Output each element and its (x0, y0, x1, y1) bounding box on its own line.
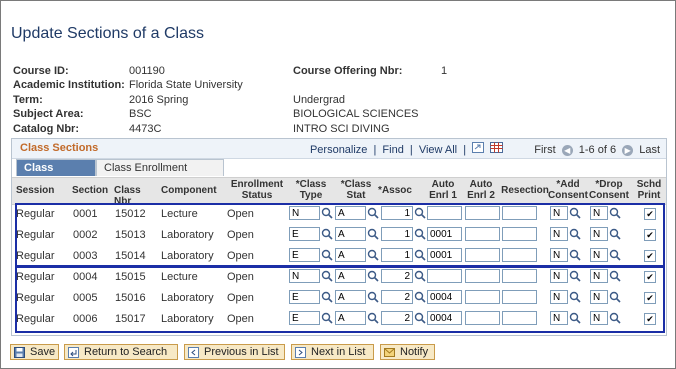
term-value: 2016 Spring (129, 94, 189, 106)
notify-label: Notify (400, 346, 429, 358)
class-sections-grid: Class Sections Personalize | Find | View… (11, 138, 667, 336)
separator: | (463, 144, 467, 156)
offering-nbr-value: 1 (441, 65, 448, 77)
separator: | (409, 144, 413, 156)
col-add-consent: *Add Consent (548, 179, 588, 201)
return-label: Return to Search (84, 346, 168, 358)
col-assoc: *Assoc (378, 185, 412, 196)
page-title: Update Sections of a Class (11, 25, 204, 42)
col-schd-print: Schd Print (636, 179, 662, 201)
tab-class-status[interactable]: Class Status (16, 159, 96, 190)
notify-icon (384, 348, 395, 357)
previous-label: Previous in List (204, 346, 279, 358)
next-in-list-button[interactable]: Next in List (291, 344, 374, 360)
col-auto-enrl-1: Auto Enrl 1 (429, 179, 457, 201)
return-arrow-icon (68, 347, 79, 358)
separator: | (373, 144, 377, 156)
next-icon (295, 347, 306, 358)
grid-nav: Personalize | Find | View All | First ◀ … (307, 142, 660, 156)
course-id-label: Course ID: (13, 65, 69, 77)
grid-title: Class Sections (20, 142, 99, 154)
sections-group-1-outline (15, 203, 665, 267)
col-class-type: *Class Type (295, 179, 327, 201)
personalize-link[interactable]: Personalize (310, 144, 367, 156)
catalog-value: 4473C (129, 123, 162, 135)
view-all-link[interactable]: View All (419, 144, 457, 156)
subject-label: Subject Area: (13, 108, 84, 120)
col-session: Session (16, 185, 55, 196)
institution-value: Florida State University (129, 79, 243, 91)
save-label: Save (30, 346, 56, 358)
save-button[interactable]: Save (10, 344, 59, 360)
career-value: Undergrad (293, 94, 345, 106)
subject-value: BSC (129, 108, 152, 120)
catalog-desc: INTRO SCI DIVING (293, 123, 390, 135)
col-auto-enrl-2: Auto Enrl 2 (467, 179, 495, 201)
last-label[interactable]: Last (639, 144, 660, 156)
col-section: Section (72, 185, 109, 196)
notify-button[interactable]: Notify (380, 344, 435, 360)
tab-class-enrollment-limits[interactable]: Class Enrollment Limits (96, 159, 224, 190)
term-label: Term: (13, 94, 43, 106)
find-link[interactable]: Find (382, 144, 403, 156)
previous-in-list-button[interactable]: Previous in List (184, 344, 285, 360)
col-drop-consent: *Drop Consent (589, 179, 629, 201)
previous-icon (188, 347, 199, 358)
next-label: Next in List (311, 346, 366, 358)
col-component: Component (161, 185, 217, 196)
offering-nbr-label: Course Offering Nbr: (293, 65, 403, 77)
first-label[interactable]: First (534, 144, 555, 156)
row-range: 1-6 of 6 (578, 144, 617, 156)
course-id-value: 001190 (129, 65, 165, 77)
table-header: Session Section Class Nbr Component Enro… (12, 177, 666, 207)
col-class-stat: *Class Stat (340, 179, 372, 201)
return-to-search-button[interactable]: Return to Search (64, 344, 178, 360)
col-enrollment-status: Enrollment Status (230, 179, 284, 201)
previous-arrow-icon[interactable]: ◀ (561, 144, 573, 156)
page-frame: Update Sections of a Class Course ID: 00… (0, 0, 676, 369)
col-resection: Resection (501, 185, 549, 196)
sections-group-2-outline (15, 266, 665, 333)
subject-desc: BIOLOGICAL SCIENCES (293, 108, 419, 120)
catalog-label: Catalog Nbr: (13, 123, 79, 135)
grid-toolbar: Class Sections Personalize | Find | View… (12, 139, 666, 159)
next-arrow-icon[interactable]: ▶ (622, 144, 634, 156)
spreadsheet-icon[interactable] (490, 142, 504, 156)
zoom-icon[interactable] (472, 142, 485, 156)
institution-label: Academic Institution: (13, 79, 125, 91)
save-icon (14, 347, 25, 358)
